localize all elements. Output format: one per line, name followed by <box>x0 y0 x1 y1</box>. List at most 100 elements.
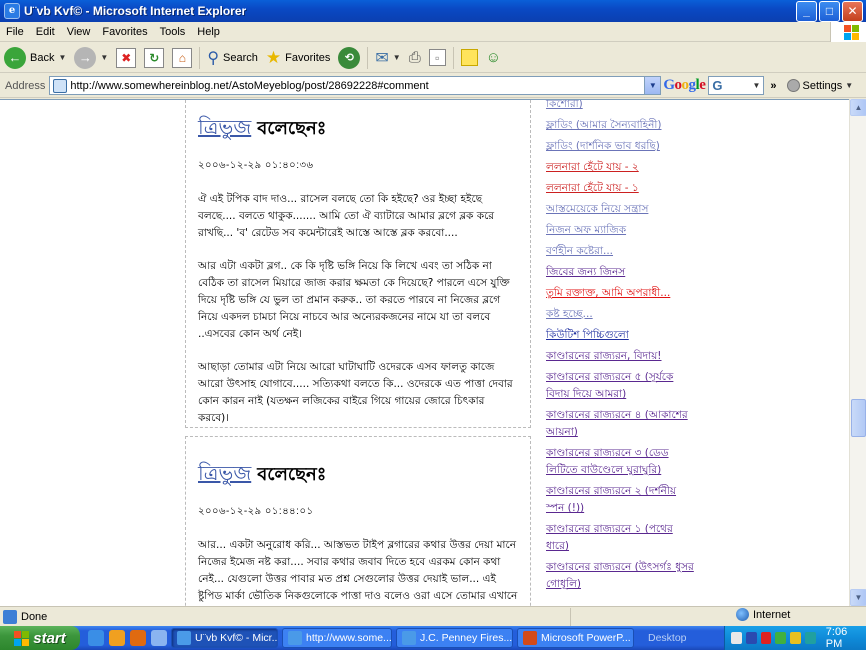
home-icon: ⌂ <box>172 47 193 68</box>
back-dropdown-icon[interactable]: ▼ <box>58 53 66 62</box>
sidebar-post-link[interactable]: আস্তমেয়েকে নিয়ে সন্ত্রাস <box>546 201 696 218</box>
comment-paragraph: আছাড়া তোমার এটা নিয়ে আরো ঘাটাঘাটি ওদের… <box>198 361 513 424</box>
forward-arrow-icon: → <box>74 46 97 69</box>
more-chevron-icon[interactable]: » <box>770 80 776 92</box>
media-player-icon[interactable] <box>109 630 125 646</box>
minimize-button[interactable]: _ <box>796 1 817 22</box>
vertical-scrollbar[interactable]: ▲ ▼ <box>849 99 866 606</box>
google-dropdown-icon[interactable]: ▼ <box>752 77 760 94</box>
status-bar: Done Internet <box>0 606 866 626</box>
mail-button[interactable]: ✉ ▼ <box>371 45 404 71</box>
address-input[interactable]: http://www.somewhereinblog.net/AstoMeyeb… <box>49 76 662 95</box>
stop-button[interactable]: ✖ <box>112 45 140 71</box>
sidebar-post-link[interactable]: জিবের জন্য জিনস <box>546 264 696 281</box>
taskbar-item-label: J.C. Penney Fires... <box>420 632 513 644</box>
tray-icon[interactable] <box>731 632 742 644</box>
edit-button[interactable]: ▫ <box>425 45 450 71</box>
taskbar-item[interactable]: U¨vb Kvf© - Micr... <box>171 628 278 648</box>
sidebar-post-link[interactable]: কাণ্ডারনের রাজ্যরনে ৫ (সূর্যকে বিদায় দি… <box>546 369 696 403</box>
print-button[interactable]: ⎙ <box>405 45 425 71</box>
close-button[interactable]: ✕ <box>842 1 863 22</box>
maximize-button[interactable]: □ <box>819 1 840 22</box>
sidebar-post-link[interactable]: কাণ্ডারনের রাজ্যরনে ২ (দর্শনীয় স্পন (!)… <box>546 483 696 517</box>
address-url[interactable]: http://www.somewhereinblog.net/AstoMeyeb… <box>70 80 428 92</box>
desktop-toolbar-label[interactable]: Desktop <box>648 632 687 644</box>
mail-dropdown-icon[interactable]: ▼ <box>393 53 401 62</box>
address-dropdown-icon[interactable]: ▼ <box>644 77 661 94</box>
taskbar-item[interactable]: http://www.some... <box>282 628 392 648</box>
refresh-button[interactable]: ↻ <box>140 45 168 71</box>
menu-file[interactable]: File <box>0 26 30 38</box>
print-icon: ⎙ <box>408 49 421 66</box>
menu-view[interactable]: View <box>61 26 97 38</box>
sidebar-post-link[interactable]: ফ্লাডিং (দার্শনিক ভাব ধরছি) <box>546 138 696 155</box>
sidebar-post-link[interactable]: নিজন অফ ম্যাজিক <box>546 222 696 239</box>
comment-author-link[interactable]: ত্রিভুজ <box>198 459 251 492</box>
messenger-button[interactable]: ☺ <box>482 45 505 71</box>
clock[interactable]: 7:06 PM <box>826 626 866 650</box>
sidebar-post-link[interactable]: কাণ্ডারনের রাজ্যরন, বিদায়! <box>546 348 696 365</box>
scroll-up-icon[interactable]: ▲ <box>850 99 866 116</box>
settings-icon <box>786 79 800 92</box>
sidebar-post-link[interactable]: কাণ্ডারনের রাজ্যরনে ৩ (ডেড লিটিতে বাউণ্ড… <box>546 445 696 479</box>
tray-icon[interactable] <box>745 632 757 644</box>
powerpoint-icon <box>523 631 537 645</box>
page-status-icon <box>3 609 17 624</box>
taskbar-item[interactable]: Microsoft PowerP... <box>517 628 634 648</box>
home-button[interactable]: ⌂ <box>168 45 196 71</box>
menu-favorites[interactable]: Favorites <box>96 26 153 38</box>
sidebar-post-link[interactable]: কাণ্ডারনের রাজ্যরনে ১ (পথের ধারে) <box>546 521 696 555</box>
scrollbar-thumb[interactable] <box>851 399 866 437</box>
sidebar-post-link[interactable]: কিশোরী) <box>546 100 696 113</box>
back-button[interactable]: ← Back ▼ <box>0 45 70 71</box>
favorites-button[interactable]: ★ Favorites <box>262 45 335 71</box>
comment-author-link[interactable]: ত্রিভুজ <box>198 113 251 146</box>
tray-icon[interactable] <box>804 632 816 644</box>
menu-tools[interactable]: Tools <box>154 26 192 38</box>
tray-icon[interactable] <box>760 632 772 644</box>
quick-launch <box>88 630 167 646</box>
taskbar: start U¨vb Kvf© - Micr... http://www.som… <box>0 626 866 650</box>
sidebar-post-link[interactable]: তুমি রক্তাক্ত, আমি অপরাধী... <box>546 285 696 302</box>
tray-icon[interactable] <box>790 632 801 644</box>
sidebar-post-link[interactable]: ললনারা হেঁটে যায় - ১ <box>546 180 696 197</box>
note-icon <box>460 49 478 66</box>
mail-icon: ✉ <box>375 49 389 67</box>
window-title: U¨vb Kvf© - Microsoft Internet Explorer <box>24 4 247 18</box>
forward-button[interactable]: → ▼ <box>70 45 112 71</box>
sidebar-post-link[interactable]: কিউটিশ পিচ্চিগুলো <box>546 327 696 344</box>
taskbar-item[interactable]: J.C. Penney Fires... <box>396 628 513 648</box>
forward-dropdown-icon[interactable]: ▼ <box>100 53 108 62</box>
outlook-icon[interactable] <box>130 630 146 646</box>
settings-label: Settings <box>802 79 843 92</box>
ie-window-icon <box>288 631 302 645</box>
sidebar-post-link[interactable]: ললনারা হেঁটে যায় - ২ <box>546 159 696 176</box>
sidebar-post-link[interactable]: কাণ্ডারনের রাজ্যরনে ৪ (আকাশের আয়না) <box>546 407 696 441</box>
edit-page-icon: ▫ <box>428 49 446 66</box>
comment-post: ত্রিভুজ বলেছেনঃ ২০০৬-১২-২৯ ০১:৪৪:০১ আর..… <box>185 436 531 606</box>
comment-paragraph: আর এটা একটা ব্লগ.. কে কি দৃষ্টি ভঙ্গি নি… <box>198 260 510 340</box>
page-content: ত্রিভুজ বলেছেনঃ ২০০৬-১২-২৯ ০১:৪০:৩৬ ঐ এই… <box>0 99 849 606</box>
show-desktop-icon[interactable] <box>151 630 167 646</box>
security-zone[interactable]: Internet <box>736 608 790 621</box>
start-button[interactable]: start <box>0 626 80 650</box>
search-button[interactable]: ⚲ Search <box>203 45 262 71</box>
comment-body: ঐ এই টপিক বাদ দাও... রাসেল বলছে তো কি হই… <box>198 191 518 427</box>
menu-edit[interactable]: Edit <box>30 26 61 38</box>
sidebar-post-link[interactable]: কষ্ট হচ্ছে... <box>546 306 696 323</box>
sidebar-post-link[interactable]: বর্ণহীন কষ্টেরা... <box>546 243 696 260</box>
title-bar[interactable]: e U¨vb Kvf© - Microsoft Internet Explore… <box>0 0 866 22</box>
google-search-box[interactable]: G ▼ <box>708 76 765 95</box>
sidebar-post-link[interactable]: কাণ্ডারনের রাজ্যরনে (উৎসর্গঃ ধুসর গোধূলি… <box>546 559 696 593</box>
tray-icon[interactable] <box>775 632 787 644</box>
start-label: start <box>33 629 66 647</box>
sidebar-post-link[interactable]: ফ্লাডিং (আমার সৈন্যবাহিনী) <box>546 117 696 134</box>
note-button[interactable] <box>457 45 482 71</box>
recent-posts-sidebar: কিশোরী) ফ্লাডিং (আমার সৈন্যবাহিনী) ফ্লাডিং… <box>546 100 696 597</box>
google-settings-button[interactable]: Settings ▼ <box>786 79 853 92</box>
history-button[interactable]: ⟲ <box>334 45 364 71</box>
scroll-down-icon[interactable]: ▼ <box>850 589 866 606</box>
history-icon: ⟲ <box>338 46 361 69</box>
menu-help[interactable]: Help <box>191 26 226 38</box>
ie-quicklaunch-icon[interactable] <box>88 630 104 646</box>
